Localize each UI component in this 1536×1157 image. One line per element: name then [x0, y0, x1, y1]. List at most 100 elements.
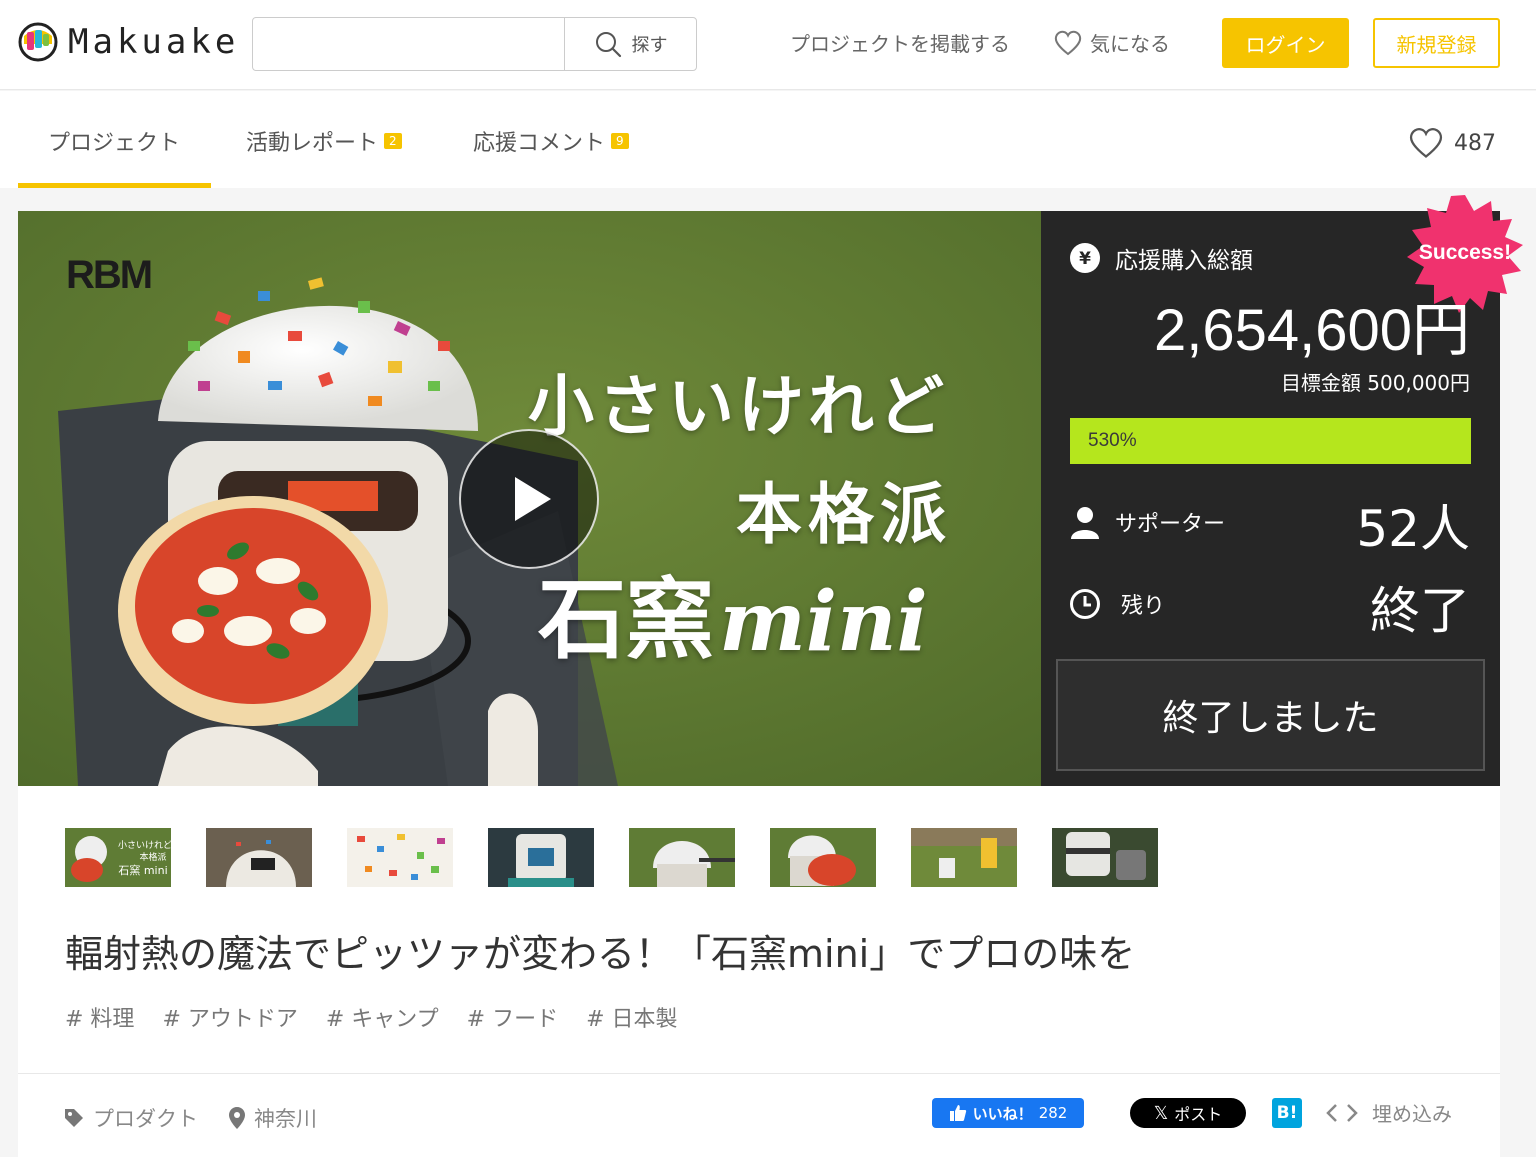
- thumbnail-image: 小さいけれど 本格派 石窯 mini: [65, 828, 171, 887]
- catch-copy-line2: 本格派: [736, 476, 952, 553]
- thumbnail-5[interactable]: [629, 828, 735, 887]
- thumbnail-4[interactable]: [488, 828, 594, 887]
- thumbnail-image: [629, 828, 735, 887]
- favorite-count: 487: [1454, 130, 1496, 156]
- tag-made-in-japan[interactable]: # 日本製: [586, 1001, 677, 1033]
- search-icon: [595, 32, 621, 58]
- thumb-text-1: 小さいけれど: [118, 840, 171, 851]
- heart-icon: [1409, 128, 1443, 158]
- remaining-row: 残り: [1069, 588, 1165, 620]
- search-button-label: 探す: [631, 35, 668, 56]
- play-icon: [515, 477, 551, 521]
- catch-copy-line1: 小さいけれど: [528, 368, 948, 445]
- tag-icon: [65, 1109, 83, 1127]
- supporters-row: サポーター: [1069, 505, 1225, 539]
- brand-mark: RBM: [66, 253, 153, 297]
- thumbnail-3[interactable]: [347, 828, 453, 887]
- thumbnail-image: [911, 828, 1017, 887]
- tab-comments[interactable]: 応援コメント 9: [473, 125, 629, 157]
- tab-activity-report-label: 活動レポート: [246, 131, 379, 156]
- thumbnail-image: [1052, 828, 1158, 887]
- supporters-value: 52人: [1356, 500, 1470, 558]
- location-link[interactable]: 神奈川: [228, 1103, 317, 1133]
- supporters-label: サポーター: [1115, 512, 1226, 537]
- like-count: 282: [1038, 1104, 1068, 1122]
- search-box: 探す: [252, 17, 697, 71]
- tab-comments-label: 応援コメント: [473, 131, 606, 156]
- thumbnail-2[interactable]: [206, 828, 312, 887]
- category-link[interactable]: プロダクト: [63, 1103, 198, 1133]
- embed-button[interactable]: 埋め込み: [1326, 1098, 1452, 1127]
- thumbnail-1[interactable]: 小さいけれど 本格派 石窯 mini: [65, 828, 171, 887]
- like-label: いいね！: [972, 1104, 1033, 1123]
- favorites-label: 気になる: [1090, 32, 1170, 56]
- site-header: Makuake 探す プロジェクトを掲載する 気になる ログイン 新規登録: [0, 0, 1536, 90]
- location-pin-icon: [229, 1107, 245, 1129]
- progress-percent: 530%: [1088, 430, 1137, 451]
- product-name-jp: 石窯: [538, 568, 715, 671]
- x-post-button[interactable]: 𝕏 ポスト: [1130, 1098, 1246, 1128]
- person-icon: [1071, 507, 1099, 539]
- progress-bar: 530%: [1070, 418, 1471, 464]
- total-amount: 2,654,600円: [1153, 298, 1470, 363]
- divider: [18, 1073, 1500, 1074]
- thumb-text-3: 石窯 mini: [118, 863, 167, 877]
- goal-amount: 目標金額 500,000円: [1280, 371, 1470, 395]
- thumbnail-7[interactable]: [911, 828, 1017, 887]
- post-project-link[interactable]: プロジェクトを掲載する: [790, 28, 1010, 57]
- login-button[interactable]: ログイン: [1222, 18, 1349, 68]
- product-name-en: mini: [719, 574, 928, 670]
- tab-project-label: プロジェクト: [48, 131, 181, 156]
- tag-camp[interactable]: # キャンプ: [326, 1001, 439, 1033]
- search-button[interactable]: 探す: [564, 18, 696, 70]
- heart-icon: [1054, 30, 1082, 55]
- project-meta: プロダクト 神奈川: [63, 1103, 317, 1133]
- video-play-button[interactable]: [459, 429, 599, 569]
- thumb-text-2: 本格派: [139, 851, 166, 863]
- makuake-logo[interactable]: Makuake: [18, 22, 239, 62]
- favorite-count-button[interactable]: 487: [1408, 127, 1496, 159]
- thumbnail-image: [488, 828, 594, 887]
- tab-project[interactable]: プロジェクト: [48, 125, 180, 157]
- tag-cooking[interactable]: # 料理: [65, 1001, 134, 1033]
- code-brackets-icon: [1326, 1103, 1358, 1122]
- facebook-like-button[interactable]: いいね！ 282: [932, 1098, 1084, 1128]
- remaining-label: 残り: [1121, 594, 1166, 619]
- ended-button[interactable]: 終了しました: [1056, 659, 1485, 771]
- tab-comments-badge: 9: [611, 133, 629, 149]
- product-name: 石窯 mini: [538, 549, 928, 676]
- hatena-bookmark-button[interactable]: B!: [1272, 1098, 1302, 1128]
- tab-activity-report-badge: 2: [384, 133, 402, 149]
- register-button[interactable]: 新規登録: [1373, 18, 1500, 68]
- thumbnail-8[interactable]: [1052, 828, 1158, 887]
- embed-label: 埋め込み: [1372, 1102, 1452, 1126]
- svg-text:¥: ¥: [1079, 249, 1091, 269]
- search-input[interactable]: [253, 18, 563, 70]
- category-label: プロダクト: [93, 1107, 198, 1131]
- thumbnail-image: [770, 828, 876, 887]
- thumbnail-image: [347, 828, 453, 887]
- active-tab-indicator: [18, 183, 211, 188]
- project-card: RBM 小さいけれど 本格派 石窯 mini Success! ¥ 応援購入総額…: [18, 195, 1523, 1157]
- hero-video[interactable]: RBM 小さいけれど 本格派 石窯 mini: [18, 211, 1041, 786]
- success-badge-label: Success!: [1418, 241, 1512, 264]
- logo-mark-icon: [18, 22, 58, 62]
- tag-list: # 料理 # アウトドア # キャンプ # フード # 日本製: [65, 1001, 678, 1033]
- tag-outdoor[interactable]: # アウトドア: [162, 1001, 297, 1033]
- tag-food[interactable]: # フード: [467, 1001, 558, 1033]
- total-label: 応援購入総額: [1115, 248, 1253, 274]
- favorites-link[interactable]: 気になる: [1054, 28, 1170, 57]
- thumbs-up-icon: [949, 1105, 966, 1121]
- tab-activity-report[interactable]: 活動レポート 2: [246, 125, 402, 157]
- x-logo-icon: 𝕏: [1153, 1102, 1169, 1123]
- x-post-label: ポスト: [1174, 1105, 1223, 1124]
- location-label: 神奈川: [254, 1107, 317, 1131]
- thumbnail-image: [206, 828, 312, 887]
- yen-icon: ¥: [1070, 243, 1100, 273]
- logo-text: Makuake: [68, 22, 240, 62]
- funding-stats-panel: Success! ¥ 応援購入総額 2,654,600円 目標金額 500,00…: [1041, 195, 1523, 786]
- thumbnail-6[interactable]: [770, 828, 876, 887]
- post-project-label: プロジェクトを掲載する: [790, 32, 1010, 56]
- thumbnail-strip: 小さいけれど 本格派 石窯 mini: [65, 828, 1158, 887]
- clock-icon: [1070, 589, 1100, 619]
